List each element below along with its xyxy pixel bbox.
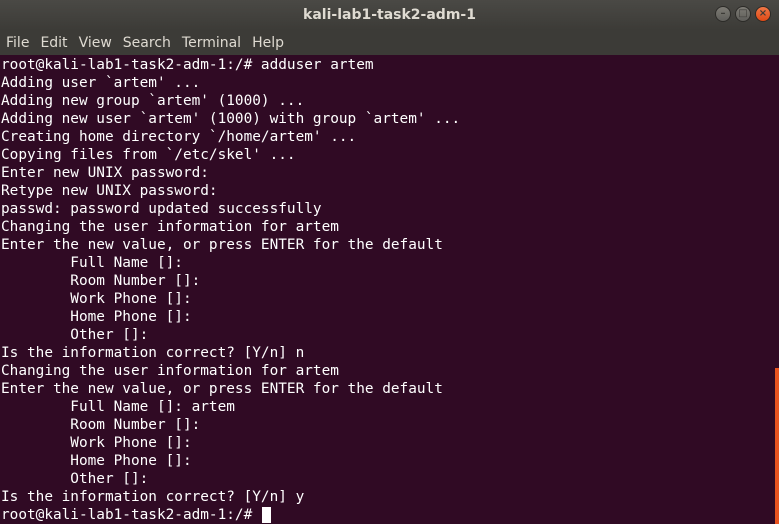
- menu-terminal[interactable]: Terminal: [182, 35, 241, 51]
- window-controls: – □ ×: [715, 6, 771, 22]
- terminal-line: Adding new user `artem' (1000) with grou…: [1, 111, 461, 127]
- terminal-line: Is the information correct? [Y/n] y: [1, 489, 305, 505]
- terminal-line: Retype new UNIX password:: [1, 183, 218, 199]
- menu-file[interactable]: File: [6, 35, 29, 51]
- terminal-line: Room Number []:: [1, 273, 201, 289]
- terminal-line: Adding new group `artem' (1000) ...: [1, 93, 305, 109]
- terminal-prompt: root@kali-lab1-task2-adm-1:/#: [1, 507, 261, 523]
- menu-help[interactable]: Help: [252, 35, 284, 51]
- terminal-line: Work Phone []:: [1, 435, 192, 451]
- terminal-line: Enter the new value, or press ENTER for …: [1, 381, 443, 397]
- terminal-line: Changing the user information for artem: [1, 219, 339, 235]
- scrollbar[interactable]: [772, 56, 779, 524]
- terminal-line: root@kali-lab1-task2-adm-1:/# adduser ar…: [1, 57, 374, 73]
- terminal-line: Other []:: [1, 327, 149, 343]
- minimize-icon[interactable]: –: [715, 6, 731, 22]
- terminal-line: Is the information correct? [Y/n] n: [1, 345, 305, 361]
- scrollbar-thumb[interactable]: [775, 368, 779, 524]
- menu-search[interactable]: Search: [123, 35, 171, 51]
- menu-edit[interactable]: Edit: [40, 35, 67, 51]
- terminal-line: Adding user `artem' ...: [1, 75, 201, 91]
- menu-view[interactable]: View: [79, 35, 112, 51]
- terminal-line: passwd: password updated successfully: [1, 201, 322, 217]
- terminal-output[interactable]: root@kali-lab1-task2-adm-1:/# adduser ar…: [0, 56, 772, 524]
- title-bar[interactable]: kali-lab1-task2-adm-1 – □ ×: [0, 0, 779, 30]
- terminal-line: Full Name []:: [1, 255, 183, 271]
- terminal-line: Changing the user information for artem: [1, 363, 339, 379]
- terminal-line: Full Name []: artem: [1, 399, 235, 415]
- terminal-prompt-line[interactable]: root@kali-lab1-task2-adm-1:/#: [1, 506, 772, 524]
- menu-bar: File Edit View Search Terminal Help: [0, 30, 779, 55]
- terminal-line: Home Phone []:: [1, 453, 192, 469]
- terminal-line: Room Number []:: [1, 417, 201, 433]
- terminal-line: Creating home directory `/home/artem' ..…: [1, 129, 357, 145]
- terminal-line: Enter new UNIX password:: [1, 165, 209, 181]
- terminal-line: Other []:: [1, 471, 149, 487]
- terminal-line: Enter the new value, or press ENTER for …: [1, 237, 443, 253]
- close-icon[interactable]: ×: [755, 6, 771, 22]
- terminal-line: Work Phone []:: [1, 291, 192, 307]
- terminal-window: kali-lab1-task2-adm-1 – □ × File Edit Vi…: [0, 0, 779, 524]
- maximize-icon[interactable]: □: [735, 6, 751, 22]
- terminal-line: Copying files from `/etc/skel' ...: [1, 147, 296, 163]
- window-title: kali-lab1-task2-adm-1: [303, 7, 476, 23]
- terminal-line: Home Phone []:: [1, 309, 192, 325]
- text-cursor: [261, 507, 271, 523]
